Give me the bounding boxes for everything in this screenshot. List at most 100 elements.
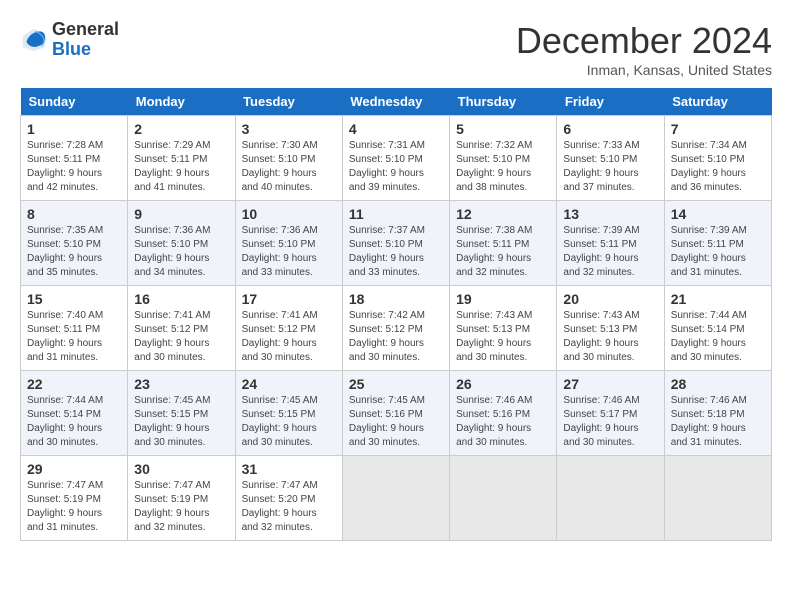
cell-info: Sunrise: 7:46 AM Sunset: 5:18 PM Dayligh… bbox=[671, 394, 765, 450]
calendar-cell: 19 Sunrise: 7:43 AM Sunset: 5:13 PM Dayl… bbox=[450, 286, 557, 371]
cell-info: Sunrise: 7:39 AM Sunset: 5:11 PM Dayligh… bbox=[563, 224, 657, 280]
day-header-thursday: Thursday bbox=[450, 88, 557, 116]
day-header-saturday: Saturday bbox=[664, 88, 771, 116]
day-number: 13 bbox=[563, 206, 657, 222]
calendar-cell: 1 Sunrise: 7:28 AM Sunset: 5:11 PM Dayli… bbox=[21, 116, 128, 201]
cell-info: Sunrise: 7:44 AM Sunset: 5:14 PM Dayligh… bbox=[27, 394, 121, 450]
calendar-cell: 5 Sunrise: 7:32 AM Sunset: 5:10 PM Dayli… bbox=[450, 116, 557, 201]
day-number: 16 bbox=[134, 291, 228, 307]
cell-info: Sunrise: 7:40 AM Sunset: 5:11 PM Dayligh… bbox=[27, 309, 121, 365]
day-number: 19 bbox=[456, 291, 550, 307]
calendar-cell: 8 Sunrise: 7:35 AM Sunset: 5:10 PM Dayli… bbox=[21, 201, 128, 286]
day-number: 14 bbox=[671, 206, 765, 222]
calendar-cell: 18 Sunrise: 7:42 AM Sunset: 5:12 PM Dayl… bbox=[342, 286, 449, 371]
logo-text: GeneralBlue bbox=[52, 20, 119, 60]
cell-info: Sunrise: 7:47 AM Sunset: 5:19 PM Dayligh… bbox=[27, 479, 121, 535]
day-number: 5 bbox=[456, 121, 550, 137]
day-number: 11 bbox=[349, 206, 443, 222]
calendar-cell bbox=[557, 456, 664, 541]
day-header-wednesday: Wednesday bbox=[342, 88, 449, 116]
calendar-cell: 6 Sunrise: 7:33 AM Sunset: 5:10 PM Dayli… bbox=[557, 116, 664, 201]
calendar-cell: 21 Sunrise: 7:44 AM Sunset: 5:14 PM Dayl… bbox=[664, 286, 771, 371]
calendar-header-row: SundayMondayTuesdayWednesdayThursdayFrid… bbox=[21, 88, 772, 116]
day-number: 27 bbox=[563, 376, 657, 392]
day-number: 20 bbox=[563, 291, 657, 307]
day-number: 30 bbox=[134, 461, 228, 477]
day-number: 1 bbox=[27, 121, 121, 137]
cell-info: Sunrise: 7:47 AM Sunset: 5:20 PM Dayligh… bbox=[242, 479, 336, 535]
day-number: 12 bbox=[456, 206, 550, 222]
cell-info: Sunrise: 7:47 AM Sunset: 5:19 PM Dayligh… bbox=[134, 479, 228, 535]
day-number: 31 bbox=[242, 461, 336, 477]
cell-info: Sunrise: 7:46 AM Sunset: 5:17 PM Dayligh… bbox=[563, 394, 657, 450]
cell-info: Sunrise: 7:42 AM Sunset: 5:12 PM Dayligh… bbox=[349, 309, 443, 365]
day-number: 2 bbox=[134, 121, 228, 137]
cell-info: Sunrise: 7:37 AM Sunset: 5:10 PM Dayligh… bbox=[349, 224, 443, 280]
calendar-cell: 30 Sunrise: 7:47 AM Sunset: 5:19 PM Dayl… bbox=[128, 456, 235, 541]
cell-info: Sunrise: 7:46 AM Sunset: 5:16 PM Dayligh… bbox=[456, 394, 550, 450]
cell-info: Sunrise: 7:44 AM Sunset: 5:14 PM Dayligh… bbox=[671, 309, 765, 365]
calendar-week-row: 1 Sunrise: 7:28 AM Sunset: 5:11 PM Dayli… bbox=[21, 116, 772, 201]
day-number: 18 bbox=[349, 291, 443, 307]
calendar-table: SundayMondayTuesdayWednesdayThursdayFrid… bbox=[20, 88, 772, 541]
calendar-cell: 27 Sunrise: 7:46 AM Sunset: 5:17 PM Dayl… bbox=[557, 371, 664, 456]
cell-info: Sunrise: 7:41 AM Sunset: 5:12 PM Dayligh… bbox=[134, 309, 228, 365]
logo-icon bbox=[20, 26, 48, 54]
day-header-tuesday: Tuesday bbox=[235, 88, 342, 116]
day-number: 21 bbox=[671, 291, 765, 307]
calendar-cell: 3 Sunrise: 7:30 AM Sunset: 5:10 PM Dayli… bbox=[235, 116, 342, 201]
day-number: 15 bbox=[27, 291, 121, 307]
cell-info: Sunrise: 7:43 AM Sunset: 5:13 PM Dayligh… bbox=[563, 309, 657, 365]
day-number: 7 bbox=[671, 121, 765, 137]
calendar-week-row: 15 Sunrise: 7:40 AM Sunset: 5:11 PM Dayl… bbox=[21, 286, 772, 371]
cell-info: Sunrise: 7:30 AM Sunset: 5:10 PM Dayligh… bbox=[242, 139, 336, 195]
cell-info: Sunrise: 7:45 AM Sunset: 5:15 PM Dayligh… bbox=[242, 394, 336, 450]
calendar-week-row: 22 Sunrise: 7:44 AM Sunset: 5:14 PM Dayl… bbox=[21, 371, 772, 456]
calendar-week-row: 8 Sunrise: 7:35 AM Sunset: 5:10 PM Dayli… bbox=[21, 201, 772, 286]
calendar-cell: 11 Sunrise: 7:37 AM Sunset: 5:10 PM Dayl… bbox=[342, 201, 449, 286]
calendar-week-row: 29 Sunrise: 7:47 AM Sunset: 5:19 PM Dayl… bbox=[21, 456, 772, 541]
day-number: 6 bbox=[563, 121, 657, 137]
cell-info: Sunrise: 7:45 AM Sunset: 5:16 PM Dayligh… bbox=[349, 394, 443, 450]
header: GeneralBlue December 2024 Inman, Kansas,… bbox=[20, 20, 772, 78]
cell-info: Sunrise: 7:29 AM Sunset: 5:11 PM Dayligh… bbox=[134, 139, 228, 195]
calendar-cell: 9 Sunrise: 7:36 AM Sunset: 5:10 PM Dayli… bbox=[128, 201, 235, 286]
calendar-cell: 25 Sunrise: 7:45 AM Sunset: 5:16 PM Dayl… bbox=[342, 371, 449, 456]
cell-info: Sunrise: 7:31 AM Sunset: 5:10 PM Dayligh… bbox=[349, 139, 443, 195]
day-number: 9 bbox=[134, 206, 228, 222]
day-number: 8 bbox=[27, 206, 121, 222]
calendar-cell: 28 Sunrise: 7:46 AM Sunset: 5:18 PM Dayl… bbox=[664, 371, 771, 456]
cell-info: Sunrise: 7:39 AM Sunset: 5:11 PM Dayligh… bbox=[671, 224, 765, 280]
day-number: 3 bbox=[242, 121, 336, 137]
day-number: 22 bbox=[27, 376, 121, 392]
calendar-cell: 24 Sunrise: 7:45 AM Sunset: 5:15 PM Dayl… bbox=[235, 371, 342, 456]
cell-info: Sunrise: 7:38 AM Sunset: 5:11 PM Dayligh… bbox=[456, 224, 550, 280]
cell-info: Sunrise: 7:41 AM Sunset: 5:12 PM Dayligh… bbox=[242, 309, 336, 365]
calendar-cell bbox=[664, 456, 771, 541]
calendar-cell: 13 Sunrise: 7:39 AM Sunset: 5:11 PM Dayl… bbox=[557, 201, 664, 286]
cell-info: Sunrise: 7:45 AM Sunset: 5:15 PM Dayligh… bbox=[134, 394, 228, 450]
day-number: 24 bbox=[242, 376, 336, 392]
calendar-cell: 14 Sunrise: 7:39 AM Sunset: 5:11 PM Dayl… bbox=[664, 201, 771, 286]
calendar-cell: 12 Sunrise: 7:38 AM Sunset: 5:11 PM Dayl… bbox=[450, 201, 557, 286]
month-title: December 2024 bbox=[516, 20, 772, 62]
location-title: Inman, Kansas, United States bbox=[516, 62, 772, 78]
day-number: 25 bbox=[349, 376, 443, 392]
calendar-cell: 23 Sunrise: 7:45 AM Sunset: 5:15 PM Dayl… bbox=[128, 371, 235, 456]
calendar-cell: 16 Sunrise: 7:41 AM Sunset: 5:12 PM Dayl… bbox=[128, 286, 235, 371]
calendar-cell: 15 Sunrise: 7:40 AM Sunset: 5:11 PM Dayl… bbox=[21, 286, 128, 371]
calendar-cell: 22 Sunrise: 7:44 AM Sunset: 5:14 PM Dayl… bbox=[21, 371, 128, 456]
cell-info: Sunrise: 7:28 AM Sunset: 5:11 PM Dayligh… bbox=[27, 139, 121, 195]
calendar-cell: 4 Sunrise: 7:31 AM Sunset: 5:10 PM Dayli… bbox=[342, 116, 449, 201]
day-number: 29 bbox=[27, 461, 121, 477]
calendar-cell: 7 Sunrise: 7:34 AM Sunset: 5:10 PM Dayli… bbox=[664, 116, 771, 201]
calendar-cell: 31 Sunrise: 7:47 AM Sunset: 5:20 PM Dayl… bbox=[235, 456, 342, 541]
cell-info: Sunrise: 7:33 AM Sunset: 5:10 PM Dayligh… bbox=[563, 139, 657, 195]
cell-info: Sunrise: 7:32 AM Sunset: 5:10 PM Dayligh… bbox=[456, 139, 550, 195]
day-header-sunday: Sunday bbox=[21, 88, 128, 116]
day-number: 26 bbox=[456, 376, 550, 392]
cell-info: Sunrise: 7:36 AM Sunset: 5:10 PM Dayligh… bbox=[242, 224, 336, 280]
cell-info: Sunrise: 7:35 AM Sunset: 5:10 PM Dayligh… bbox=[27, 224, 121, 280]
calendar-cell: 17 Sunrise: 7:41 AM Sunset: 5:12 PM Dayl… bbox=[235, 286, 342, 371]
cell-info: Sunrise: 7:36 AM Sunset: 5:10 PM Dayligh… bbox=[134, 224, 228, 280]
